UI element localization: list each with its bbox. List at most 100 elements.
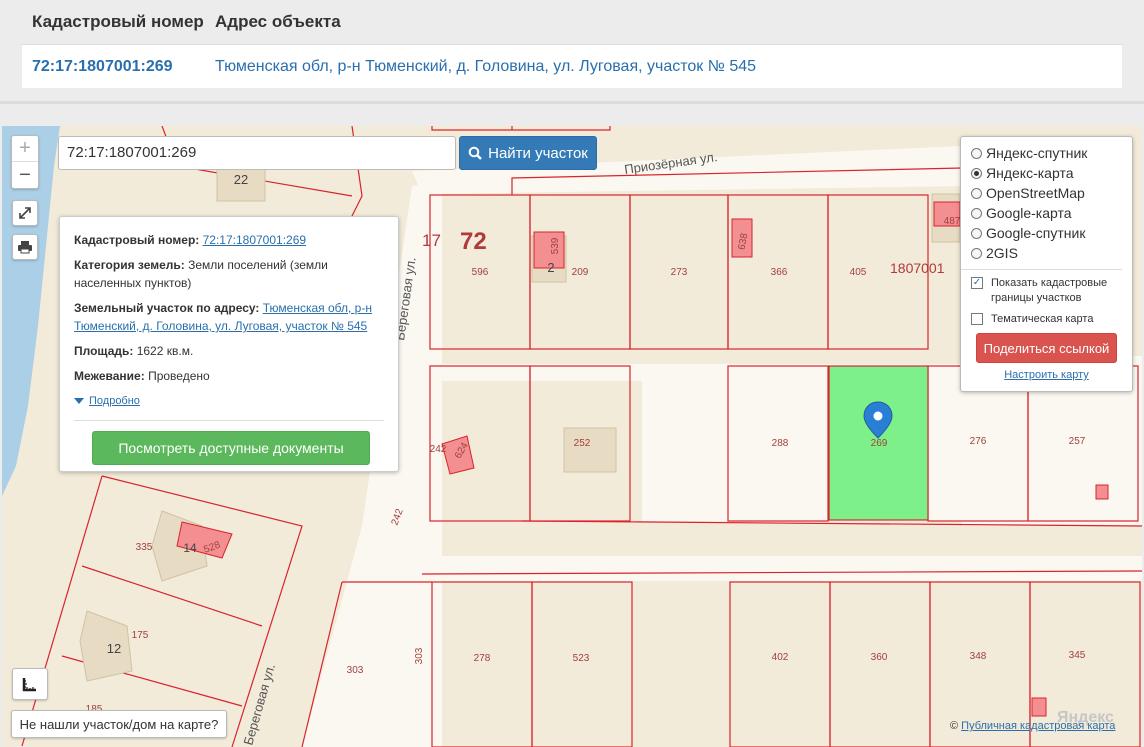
parcel-label: 175 [132, 630, 149, 641]
zoom-in-button[interactable]: + [12, 136, 38, 162]
radio-button[interactable] [971, 247, 982, 259]
zoom-out-button[interactable]: − [12, 162, 38, 188]
printer-icon [18, 241, 32, 254]
popup-address-label: Земельный участок по адресу: [74, 301, 260, 315]
popup-area-label: Площадь: [74, 344, 134, 358]
layer-option-osm[interactable]: OpenStreetMap [971, 183, 1132, 203]
ruler-button[interactable] [12, 668, 48, 700]
share-link-button[interactable]: Поделиться ссылкой [976, 333, 1117, 363]
configure-map-link[interactable]: Настроить карту [961, 369, 1132, 381]
popup-cadastre-link[interactable]: 72:17:1807001:269 [203, 233, 306, 247]
layer-option-label: Google-спутник [986, 225, 1086, 241]
parcel-label: 360 [871, 652, 888, 663]
layer-option-google-map[interactable]: Google-карта [971, 203, 1132, 223]
public-cadastre-map-link[interactable]: Публичная кадастровая карта [961, 720, 1115, 732]
parcel-label: 596 [472, 267, 489, 278]
more-details-label: Подробно [89, 395, 140, 407]
parcel-label: 252 [574, 438, 591, 449]
parcel-label: 273 [671, 267, 688, 278]
layer-option-google-satellite[interactable]: Google-спутник [971, 223, 1132, 243]
search-icon [468, 146, 482, 160]
radio-button[interactable] [971, 147, 982, 159]
layer-option-label: OpenStreetMap [986, 185, 1085, 201]
parcel-label: 345 [1069, 650, 1086, 661]
layer-option-label: Google-карта [986, 205, 1072, 221]
col-cadastre-header: Кадастровый номер [32, 12, 204, 31]
region-code-label: 72 [460, 228, 487, 255]
radio-button[interactable] [971, 227, 982, 239]
parcel-label: 303 [347, 665, 364, 676]
checkbox-icon[interactable] [971, 313, 983, 325]
popup-survey-label: Межевание: [74, 369, 145, 383]
parcel-label: 269 [871, 438, 888, 449]
popup-area-line: Площадь: 1622 кв.м. [74, 342, 384, 360]
more-details-link[interactable]: Подробно [74, 392, 384, 410]
thematic-map-toggle[interactable]: Тематическая карта [971, 312, 1132, 327]
parcel-label: 487 [944, 216, 961, 227]
cadastre-search-input[interactable]: 72:17:1807001:269 [58, 136, 456, 170]
parcel-label: 209 [572, 267, 589, 278]
parcel-label: 2 [547, 260, 554, 275]
layer-option-2gis[interactable]: 2GIS [971, 243, 1132, 263]
parcel-label: 242 [430, 444, 447, 455]
popup-survey-line: Межевание: Проведено [74, 367, 384, 385]
layer-option-label: Яндекс-карта [986, 165, 1074, 181]
parcel-label: 405 [850, 267, 867, 278]
parcel-label: 335 [136, 542, 153, 553]
info-panel: Кадастровый номер Адрес объекта 72:17:18… [0, 0, 1144, 104]
col-address-header: Адрес объекта [215, 12, 341, 31]
layers-divider [961, 269, 1122, 270]
parcel-label: 278 [474, 653, 491, 664]
parcel-label: 257 [1069, 436, 1086, 447]
popup-cadastre-label: Кадастровый номер: [74, 233, 200, 247]
radio-button[interactable] [971, 187, 982, 199]
fullscreen-button[interactable] [12, 200, 38, 226]
view-documents-button[interactable]: Посмотреть доступные документы [92, 431, 370, 465]
not-found-button[interactable]: Не нашли участок/дом на карте? [11, 710, 227, 738]
copyright: © Публичная кадастровая карта [950, 720, 1115, 732]
show-borders-label: Показать кадастровые границы участков [991, 277, 1108, 304]
parcel-label: 22 [234, 172, 248, 187]
find-parcel-button[interactable]: Найти участок [459, 136, 597, 170]
parcel-label: 523 [573, 653, 590, 664]
parcel-label: 288 [772, 438, 789, 449]
show-borders-toggle[interactable]: ✓ Показать кадастровые границы участков [971, 276, 1132, 306]
block-code-label: 1807001 [890, 260, 945, 276]
popup-survey-value: Проведено [148, 369, 210, 383]
popup-address-line: Земельный участок по адресу: Тюменская о… [74, 299, 384, 335]
parcel-label: 348 [970, 651, 987, 662]
parcel-label: 539 [550, 237, 561, 254]
info-data-row[interactable]: 72:17:1807001:269 Тюменская обл, р-н Тюм… [22, 44, 1122, 88]
radio-button[interactable] [971, 207, 982, 219]
triangle-down-icon [74, 398, 84, 404]
layer-option-label: 2GIS [986, 245, 1018, 261]
expand-icon [19, 207, 31, 219]
popup-area-value: 1622 кв.м. [136, 344, 194, 358]
parcel-label: 14 [183, 541, 197, 555]
info-table: Кадастровый номер Адрес объекта 72:17:18… [22, 0, 1122, 88]
copyright-symbol: © [950, 720, 959, 732]
popup-divider [74, 420, 384, 421]
parcel-label: 402 [772, 652, 789, 663]
map-view[interactable]: Приозёрная ул. Береговая ул. Береговая у… [2, 126, 1142, 747]
layer-option-yandex-map[interactable]: Яндекс-карта [971, 163, 1132, 183]
address-link[interactable]: Тюменская обл, р-н Тюменский, д. Головин… [215, 58, 756, 76]
thematic-map-label: Тематическая карта [991, 313, 1094, 325]
zoom-control: + − [11, 135, 39, 189]
parcel-label: 12 [107, 641, 121, 656]
parcel-label: 276 [970, 436, 987, 447]
parcel-label: 366 [771, 267, 788, 278]
info-header-row: Кадастровый номер Адрес объекта [22, 0, 1122, 44]
district-code-label: 17 [422, 231, 441, 250]
layer-option-label: Яндекс-спутник [986, 145, 1088, 161]
cadastre-number-link[interactable]: 72:17:1807001:269 [22, 58, 215, 76]
popup-category-line: Категория земель: Земли поселений (земли… [74, 256, 384, 292]
print-button[interactable] [12, 234, 38, 260]
find-parcel-label: Найти участок [488, 144, 588, 162]
parcel-info-popup: Кадастровый номер: 72:17:1807001:269 Кат… [59, 216, 399, 472]
checkbox-checked-icon[interactable]: ✓ [971, 277, 983, 289]
layer-option-yandex-satellite[interactable]: Яндекс-спутник [971, 143, 1132, 163]
parcel-label: 303 [414, 647, 425, 664]
popup-category-label: Категория земель: [74, 258, 185, 272]
radio-button[interactable] [971, 167, 982, 179]
